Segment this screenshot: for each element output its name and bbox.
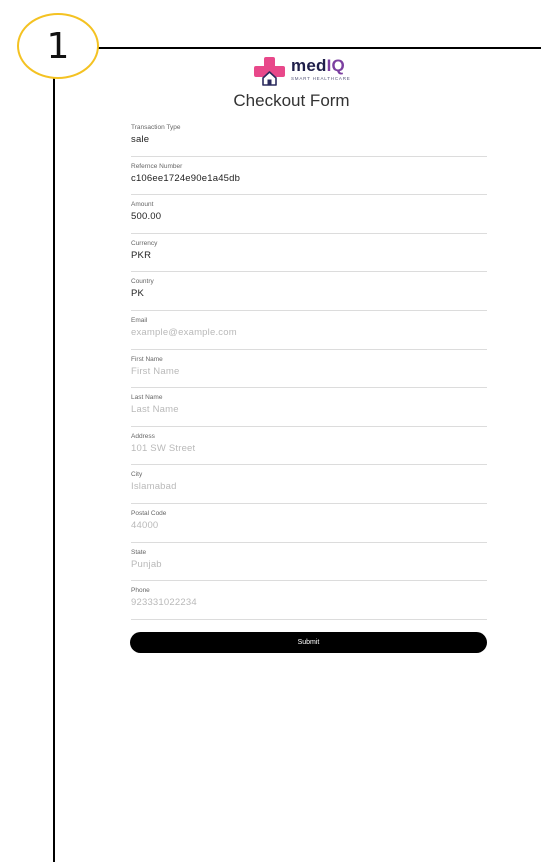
field-last-name[interactable]: Last Name Last Name <box>131 388 487 427</box>
city-input[interactable]: Islamabad <box>131 480 487 493</box>
address-input[interactable]: 101 SW Street <box>131 442 487 455</box>
field-country[interactable]: Country PK <box>131 272 487 311</box>
field-phone[interactable]: Phone 923331022234 <box>131 581 487 620</box>
frame-left-line <box>53 76 55 862</box>
field-label: Amount <box>131 201 154 209</box>
field-label: Currency <box>131 239 158 247</box>
step-number-badge: 1 <box>17 13 99 79</box>
medical-cross-icon <box>254 57 285 87</box>
submit-button[interactable]: Submit <box>130 632 487 653</box>
field-label: First Name <box>131 355 163 363</box>
field-label: State <box>131 548 147 556</box>
country-input[interactable]: PK <box>131 287 487 300</box>
field-currency[interactable]: Currency PKR <box>131 234 487 273</box>
frame-top-line <box>96 47 541 49</box>
field-label: Last Name <box>131 394 163 402</box>
state-input[interactable]: Punjab <box>131 558 487 571</box>
checkout-form: Transaction Type sale Refernce Number c106e… <box>131 118 487 620</box>
field-label: Email <box>131 316 148 324</box>
field-first-name[interactable]: First Name First Name <box>131 350 487 389</box>
page-title: Checkout Form <box>233 91 350 110</box>
house-icon <box>262 71 277 86</box>
field-label: Refernce Number <box>131 162 183 170</box>
first-name-input[interactable]: First Name <box>131 365 487 378</box>
amount-input[interactable]: 500.00 <box>131 210 487 223</box>
field-email[interactable]: Email example@example.com <box>131 311 487 350</box>
refernce-number-input[interactable]: c106ee1724e90e1a45db <box>131 172 487 185</box>
postal-code-input[interactable]: 44000 <box>131 519 487 532</box>
brand-name-primary: med <box>291 56 327 75</box>
field-label: Phone <box>131 587 150 595</box>
email-input[interactable]: example@example.com <box>131 326 487 339</box>
field-address[interactable]: Address 101 SW Street <box>131 427 487 466</box>
brand-tagline: SMART HEALTHCARE <box>291 76 351 81</box>
field-label: Country <box>131 278 154 286</box>
brand-name-accent: IQ <box>326 56 345 75</box>
transaction-type-input[interactable]: sale <box>131 133 487 146</box>
field-refernce-number[interactable]: Refernce Number c106ee1724e90e1a45db <box>131 157 487 196</box>
mediq-logo: medIQ SMART HEALTHCARE <box>254 57 351 87</box>
field-transaction-type[interactable]: Transaction Type sale <box>131 118 487 157</box>
field-label: Transaction Type <box>131 124 181 131</box>
field-city[interactable]: City Islamabad <box>131 465 487 504</box>
phone-input[interactable]: 923331022234 <box>131 596 487 609</box>
field-label: Address <box>131 432 155 440</box>
field-amount[interactable]: Amount 500.00 <box>131 195 487 234</box>
step-number: 1 <box>46 26 70 67</box>
field-state[interactable]: State Punjab <box>131 543 487 582</box>
field-postal-code[interactable]: Postal Code 44000 <box>131 504 487 543</box>
brand-name: medIQ <box>291 57 351 75</box>
field-label: Postal Code <box>131 509 167 517</box>
last-name-input[interactable]: Last Name <box>131 403 487 416</box>
brand-wordmark: medIQ SMART HEALTHCARE <box>291 57 351 82</box>
field-label: City <box>131 471 143 479</box>
currency-input[interactable]: PKR <box>131 249 487 262</box>
